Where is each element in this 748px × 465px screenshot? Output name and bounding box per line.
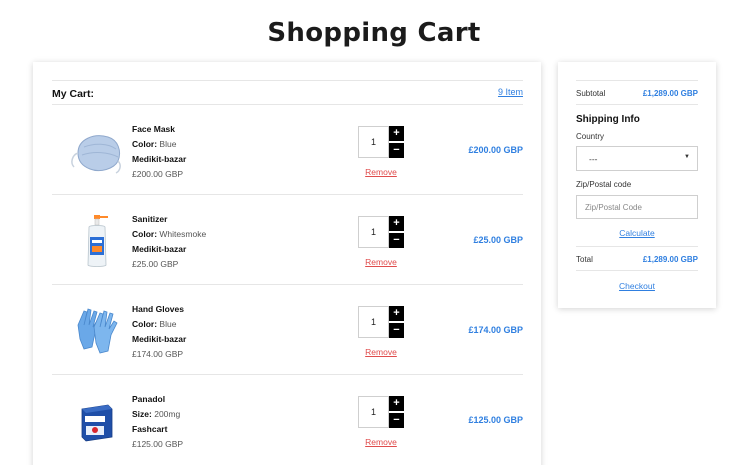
item-brand: Medikit-bazar: [132, 154, 187, 164]
item-name[interactable]: Panadol: [132, 392, 183, 407]
item-count-link[interactable]: 9 Item: [498, 87, 523, 97]
caret-down-icon: ▼: [684, 154, 690, 160]
item-brand: Fashcart: [132, 424, 168, 434]
calculate-button[interactable]: Calculate: [576, 228, 698, 238]
item-attr-key: Size:: [132, 409, 152, 419]
gloves-icon: [77, 308, 118, 354]
quantity-stepper: 1 + −: [358, 126, 404, 158]
cart-row-hand-gloves: Hand Gloves Color: Blue Medikit-bazar £1…: [52, 285, 523, 375]
remove-item-link[interactable]: Remove: [358, 347, 404, 357]
total-value: £1,289.00 GBP: [642, 255, 698, 264]
increase-quantity-button[interactable]: +: [389, 306, 404, 321]
page-title: Shopping Cart: [267, 18, 481, 48]
item-line-total: £200.00 GBP: [468, 145, 523, 155]
item-attr-value: 200mg: [154, 409, 181, 419]
item-brand: Medikit-bazar: [132, 334, 187, 344]
total-row: Total £1,289.00 GBP: [576, 246, 698, 271]
zip-label: Zip/Postal code: [576, 180, 632, 189]
quantity-input[interactable]: 1: [358, 216, 389, 248]
item-attr-value: Blue: [159, 139, 177, 149]
cart-row-panadol: Panadol Size: 200mg Fashcart £125.00 GBP…: [52, 375, 523, 465]
total-label: Total: [576, 255, 593, 264]
remove-item-link[interactable]: Remove: [358, 437, 404, 447]
quantity-input[interactable]: 1: [358, 396, 389, 428]
quantity-stepper: 1 + −: [358, 216, 404, 248]
country-select[interactable]: --- ▼: [576, 146, 698, 171]
item-unit-price: £200.00 GBP: [132, 169, 184, 179]
sanitizer-bottle-icon: [87, 215, 108, 267]
subtotal-row: Subtotal £1,289.00 GBP: [576, 80, 698, 105]
item-unit-price: £25.00 GBP: [132, 259, 179, 269]
subtotal-label: Subtotal: [576, 89, 606, 98]
quantity-input[interactable]: 1: [358, 126, 389, 158]
item-info: Panadol Size: 200mg Fashcart £125.00 GBP: [132, 392, 183, 452]
country-label: Country: [576, 132, 605, 141]
cart-row-face-mask: Face Mask Color: Blue Medikit-bazar £200…: [52, 105, 523, 195]
decrease-quantity-button[interactable]: −: [389, 233, 404, 248]
country-selected-value: ---: [589, 154, 598, 164]
decrease-quantity-button[interactable]: −: [389, 143, 404, 158]
item-name[interactable]: Hand Gloves: [132, 302, 186, 317]
increase-quantity-button[interactable]: +: [389, 126, 404, 141]
item-name[interactable]: Face Mask: [132, 122, 186, 137]
item-line-total: £125.00 GBP: [468, 415, 523, 425]
cart-heading: My Cart:: [52, 88, 95, 100]
zip-input[interactable]: [576, 195, 698, 219]
item-info: Hand Gloves Color: Blue Medikit-bazar £1…: [132, 302, 186, 362]
decrease-quantity-button[interactable]: −: [389, 323, 404, 338]
increase-quantity-button[interactable]: +: [389, 216, 404, 231]
item-unit-price: £174.00 GBP: [132, 349, 184, 359]
remove-item-link[interactable]: Remove: [358, 257, 404, 267]
item-name[interactable]: Sanitizer: [132, 212, 206, 227]
decrease-quantity-button[interactable]: −: [389, 413, 404, 428]
increase-quantity-button[interactable]: +: [389, 396, 404, 411]
quantity-input[interactable]: 1: [358, 306, 389, 338]
cart-panel: My Cart: 9 Item Face Mask Color: Blue Me…: [33, 62, 541, 465]
cart-header: My Cart: 9 Item: [52, 80, 523, 105]
subtotal-block: Subtotal £1,289.00 GBP: [576, 80, 698, 105]
item-unit-price: £125.00 GBP: [132, 439, 184, 449]
item-line-total: £25.00 GBP: [473, 235, 523, 245]
shipping-info-heading: Shipping Info: [576, 114, 640, 125]
cart-row-sanitizer: Sanitizer Color: Whitesmoke Medikit-baza…: [52, 195, 523, 285]
item-attr-key: Color:: [132, 319, 158, 329]
item-info: Face Mask Color: Blue Medikit-bazar £200…: [132, 122, 186, 182]
quantity-stepper: 1 + −: [358, 396, 404, 428]
item-line-total: £174.00 GBP: [468, 325, 523, 335]
quantity-stepper: 1 + −: [358, 306, 404, 338]
item-attr-value: Blue: [159, 319, 177, 329]
item-brand: Medikit-bazar: [132, 244, 187, 254]
item-attr-key: Color:: [132, 139, 158, 149]
face-mask-icon: [71, 135, 121, 174]
item-info: Sanitizer Color: Whitesmoke Medikit-baza…: [132, 212, 206, 272]
item-attr-key: Color:: [132, 229, 158, 239]
item-attr-value: Whitesmoke: [159, 229, 207, 239]
order-summary-panel: Subtotal £1,289.00 GBP Shipping Info Cou…: [558, 62, 716, 308]
checkout-button[interactable]: Checkout: [576, 281, 698, 291]
medicine-box-icon: [81, 404, 113, 442]
subtotal-value: £1,289.00 GBP: [642, 89, 698, 98]
remove-item-link[interactable]: Remove: [358, 167, 404, 177]
